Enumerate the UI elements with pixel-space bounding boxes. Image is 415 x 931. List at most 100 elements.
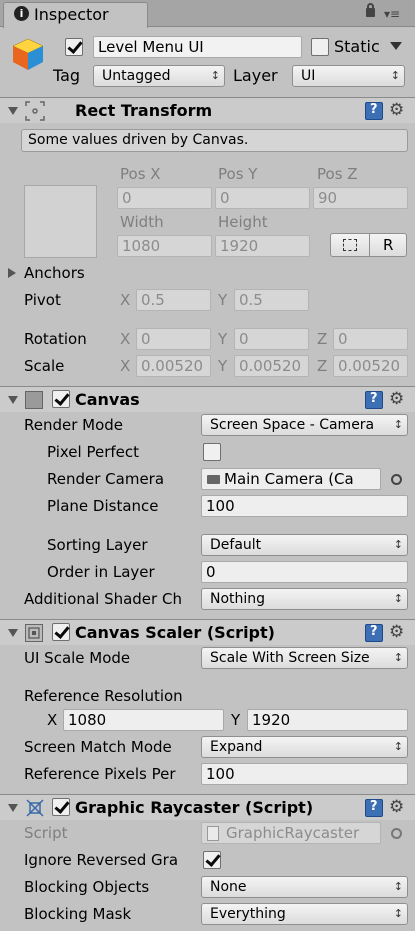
- tab-inspector[interactable]: i Inspector: [3, 2, 148, 28]
- pos-x-label: Pos X: [120, 165, 161, 183]
- gear-icon[interactable]: ⚙: [389, 623, 404, 641]
- scale-z-axis: Z: [317, 357, 328, 375]
- tag-label: Tag: [53, 66, 81, 85]
- static-dropdown-arrow[interactable]: [390, 42, 402, 50]
- object-picker-icon[interactable]: [391, 474, 402, 485]
- camera-icon: [207, 475, 220, 484]
- blueprint-icon: [343, 239, 357, 251]
- plane-distance-label: Plane Distance: [47, 497, 159, 515]
- scale-x-axis: X: [120, 357, 131, 375]
- height-field: 1920: [215, 235, 310, 257]
- canvas-scaler-header[interactable]: Canvas Scaler (Script) ⚙: [0, 619, 415, 645]
- lock-shackle: [367, 3, 374, 10]
- blocking-mask-label: Blocking Mask: [24, 905, 132, 923]
- pos-y-label: Pos Y: [218, 165, 258, 183]
- pixels-per-unit-label: Reference Pixels Per: [24, 765, 176, 783]
- blocking-mask-dropdown[interactable]: Everything: [201, 903, 408, 925]
- fold-arrow[interactable]: [8, 804, 18, 812]
- anchors-label[interactable]: Anchors: [24, 264, 85, 282]
- raw-edit-button[interactable]: R: [369, 233, 407, 257]
- active-checkbox[interactable]: [65, 38, 83, 56]
- static-label: Static: [334, 37, 380, 56]
- info-icon: i: [14, 6, 29, 21]
- scaler-enabled-checkbox[interactable]: [52, 623, 70, 641]
- pivot-x-field[interactable]: 0.5: [136, 289, 211, 311]
- fold-arrow[interactable]: [8, 629, 18, 637]
- layer-dropdown[interactable]: UI: [292, 65, 405, 87]
- raycaster-enabled-checkbox[interactable]: [52, 798, 70, 816]
- pos-y-field: 0: [215, 187, 310, 209]
- anchors-fold-arrow[interactable]: [8, 268, 16, 278]
- rot-z-field[interactable]: 0: [333, 328, 408, 350]
- tab-menu-icon[interactable]: ▾≡: [384, 8, 400, 20]
- ref-y-field[interactable]: 1920: [247, 709, 408, 731]
- static-checkbox[interactable]: [311, 38, 329, 56]
- sorting-layer-dropdown[interactable]: Default: [201, 534, 408, 556]
- ref-x-axis: X: [47, 711, 58, 729]
- rotation-label: Rotation: [24, 330, 87, 348]
- help-icon[interactable]: [365, 799, 383, 817]
- shader-channels-label: Additional Shader Ch: [24, 590, 182, 608]
- pivot-label: Pivot: [24, 291, 61, 309]
- plane-distance-field[interactable]: 100: [201, 495, 408, 517]
- render-camera-field[interactable]: Main Camera (Ca: [201, 468, 381, 490]
- ref-y-axis: Y: [231, 711, 241, 729]
- pos-z-field[interactable]: 90: [313, 187, 408, 209]
- width-field: 1080: [117, 235, 212, 257]
- scale-x-field[interactable]: 0.00520: [136, 355, 211, 377]
- scale-z-field[interactable]: 0.00520: [333, 355, 408, 377]
- object-name-input[interactable]: Level Menu UI: [93, 36, 302, 58]
- gear-icon[interactable]: ⚙: [389, 390, 404, 408]
- order-in-layer-label: Order in Layer: [47, 563, 155, 581]
- pixel-perfect-checkbox[interactable]: [203, 443, 221, 461]
- gear-icon[interactable]: ⚙: [389, 798, 404, 816]
- pivot-y-field[interactable]: 0.5: [234, 289, 309, 311]
- pos-x-field: 0: [117, 187, 212, 209]
- rect-transform-icon: [24, 100, 46, 122]
- script-label: Script: [24, 824, 68, 842]
- scale-label: Scale: [24, 357, 65, 375]
- gear-icon[interactable]: ⚙: [389, 101, 404, 119]
- pos-z-label: Pos Z: [317, 165, 358, 183]
- scale-y-axis: Y: [218, 357, 228, 375]
- ui-scale-mode-dropdown[interactable]: Scale With Screen Size: [201, 647, 408, 669]
- rot-y-field[interactable]: 0: [234, 328, 309, 350]
- canvas-enabled-checkbox[interactable]: [52, 390, 70, 408]
- rot-z-axis: Z: [317, 330, 328, 348]
- canvas-header[interactable]: Canvas ⚙: [0, 386, 415, 412]
- shader-channels-dropdown[interactable]: Nothing: [201, 588, 408, 610]
- help-icon[interactable]: [365, 624, 383, 642]
- rect-transform-header[interactable]: Rect Transform ⚙: [0, 97, 415, 123]
- component-title: Canvas Scaler (Script): [75, 623, 275, 642]
- tag-dropdown[interactable]: Untagged: [93, 65, 225, 87]
- help-icon[interactable]: [365, 102, 383, 120]
- width-label: Width: [120, 213, 164, 231]
- rot-x-field[interactable]: 0: [136, 328, 211, 350]
- height-label: Height: [218, 213, 268, 231]
- render-mode-label: Render Mode: [24, 416, 124, 434]
- layer-label: Layer: [233, 66, 278, 85]
- driven-note: Some values driven by Canvas.: [21, 129, 408, 152]
- help-icon[interactable]: [365, 391, 383, 409]
- ref-x-field[interactable]: 1080: [63, 709, 224, 731]
- render-camera-label: Render Camera: [47, 470, 165, 488]
- blueprint-mode-button[interactable]: [330, 233, 370, 257]
- blocking-objects-label: Blocking Objects: [24, 878, 150, 896]
- blocking-objects-dropdown[interactable]: None: [201, 876, 408, 898]
- raycaster-icon: [25, 798, 45, 818]
- fold-arrow[interactable]: [8, 396, 18, 404]
- pivot-y-axis: Y: [218, 291, 228, 309]
- order-in-layer-field[interactable]: 0: [201, 561, 408, 583]
- rot-x-axis: X: [120, 330, 131, 348]
- screen-match-mode-dropdown[interactable]: Expand: [201, 736, 408, 758]
- anchor-presets-button[interactable]: [24, 185, 97, 258]
- graphic-raycaster-header[interactable]: Graphic Raycaster (Script) ⚙: [0, 794, 415, 820]
- fold-arrow[interactable]: [8, 107, 18, 115]
- script-file-icon: [207, 826, 219, 841]
- render-mode-dropdown[interactable]: Screen Space - Camera: [201, 414, 408, 436]
- scale-y-field[interactable]: 0.00520: [234, 355, 309, 377]
- script-icon: [25, 624, 43, 642]
- pivot-x-axis: X: [120, 291, 131, 309]
- ignore-reversed-checkbox[interactable]: [203, 851, 221, 869]
- pixels-per-unit-field[interactable]: 100: [201, 763, 408, 785]
